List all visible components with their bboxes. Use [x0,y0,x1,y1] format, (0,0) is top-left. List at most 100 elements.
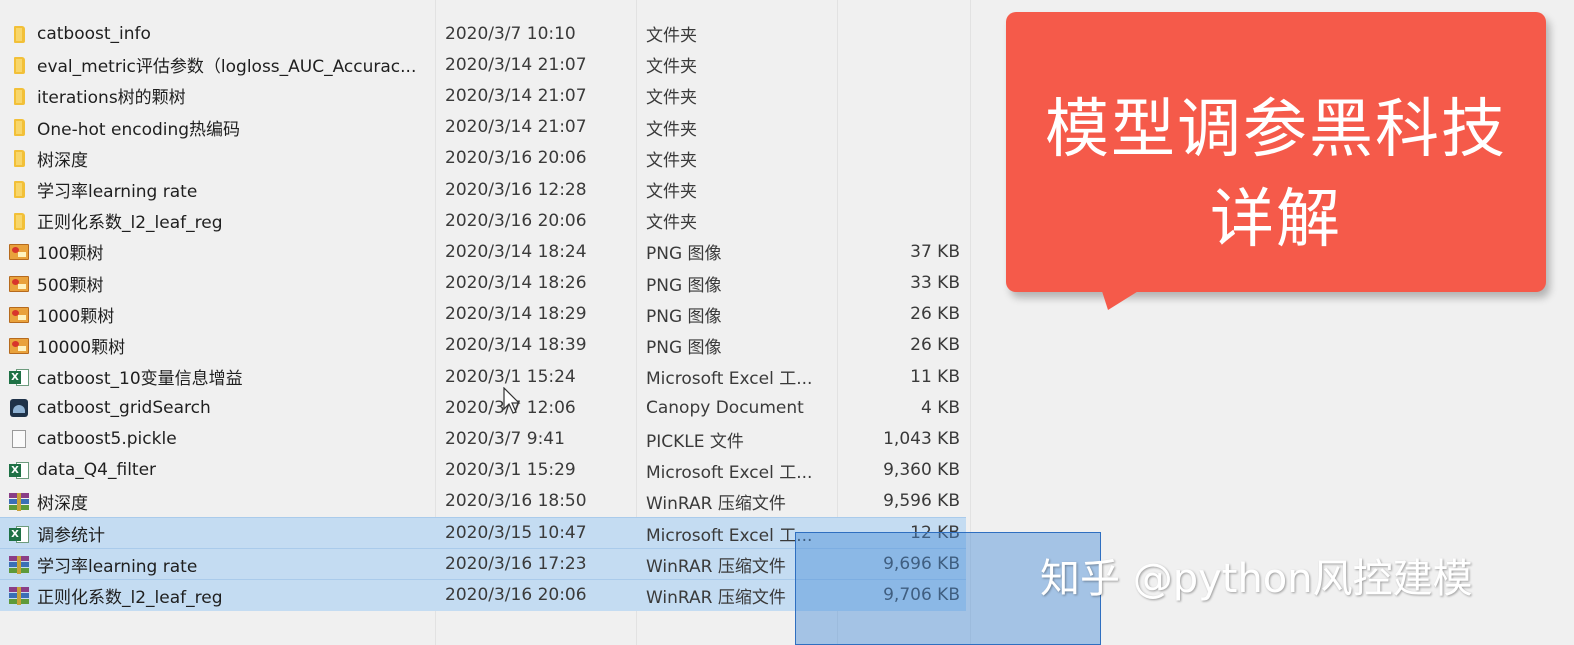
file-size: 26 KB [910,335,960,356]
winrar-icon [8,555,30,575]
folder-icon [8,180,30,200]
folder-icon [8,211,30,231]
file-type: Microsoft Excel 工... [646,462,813,483]
folder-icon [8,55,30,75]
folder-icon [8,24,30,44]
file-type: 文件夹 [646,213,697,234]
watermark: 知乎 @python风控建模 [1040,556,1473,602]
file-name: 100颗树 [37,244,104,265]
winrar-icon [8,586,30,606]
file-size: 11 KB [910,366,960,387]
file-name: 1000颗树 [37,306,115,327]
file-type: 文件夹 [646,150,697,171]
file-size: 26 KB [910,304,960,325]
file-date: 2020/3/14 18:39 [445,335,587,356]
file-type: PNG 图像 [646,244,722,265]
winrar-icon [8,492,30,512]
file-size: 1,043 KB [883,429,960,450]
file-type: Canopy Document [646,397,804,418]
file-date: 2020/3/16 18:50 [445,491,587,512]
file-date: 2020/3/7 12:06 [445,397,576,418]
file-type: Microsoft Excel 工... [646,369,813,390]
folder-icon [8,149,30,169]
file-date: 2020/3/16 12:28 [445,179,587,200]
excel-icon: X [8,524,30,544]
png-image-icon [8,305,30,325]
callout-title-line1: 模型调参黑科技 [1045,93,1507,167]
file-date: 2020/3/14 18:29 [445,304,587,325]
file-type: WinRAR 压缩文件 [646,493,786,514]
callout-bubble: 模型调参黑科技 详解 [1006,12,1546,292]
file-size: 33 KB [910,273,960,294]
file-type: PNG 图像 [646,306,722,327]
file-row[interactable]: 学习率learning rate 2020/3/16 12:28 文件夹 [0,174,972,205]
file-date: 2020/3/15 10:47 [445,523,587,544]
file-row[interactable]: 100颗树 2020/3/14 18:24 PNG 图像 37 KB [0,236,972,267]
blank-file-icon [8,429,30,449]
file-date: 2020/3/7 10:10 [445,23,576,44]
file-name: data_Q4_filter [37,460,157,481]
file-row[interactable]: 树深度 2020/3/16 20:06 文件夹 [0,143,972,174]
png-image-icon [8,274,30,294]
file-name: 正则化系数_l2_leaf_reg [37,587,223,608]
file-name: catboost5.pickle [37,429,177,450]
excel-icon: X [8,461,30,481]
file-row[interactable]: Xdata_Q4_filter 2020/3/1 15:29 Microsoft E… [0,455,972,486]
file-type: 文件夹 [646,57,697,78]
file-name: catboost_gridSearch [37,397,211,418]
file-type: PNG 图像 [646,275,722,296]
mouse-cursor-icon [503,386,523,419]
file-row[interactable]: eval_metric评估参数（logloss_AUC_Accurac... 20… [0,49,972,80]
file-date: 2020/3/16 20:06 [445,585,587,606]
file-date: 2020/3/16 17:23 [445,554,587,575]
folder-icon [8,118,30,138]
file-type: Microsoft Excel 工... [646,525,813,546]
file-name: catboost_info [37,23,151,44]
file-name: iterations树的颗树 [37,88,186,109]
file-row[interactable]: Xcatboost_10变量信息增益 2020/3/1 15:24 Microsof… [0,361,972,392]
file-type: 文件夹 [646,88,697,109]
file-size: 4 KB [920,397,960,418]
file-row[interactable]: 树深度 2020/3/16 18:50 WinRAR 压缩文件 9,596 KB [0,486,972,517]
callout-title-line2: 详解 [1210,183,1342,257]
file-name: 10000颗树 [37,337,126,358]
file-row[interactable]: catboost_info 2020/3/7 10:10 文件夹 [0,18,972,49]
file-list: catboost_info 2020/3/7 10:10 文件夹 eval_metri… [0,18,972,611]
excel-icon: X [8,367,30,387]
file-size: 9,360 KB [883,460,960,481]
file-name: 500颗树 [37,275,104,296]
file-type: WinRAR 压缩文件 [646,587,786,608]
file-name: 正则化系数_l2_leaf_reg [37,213,223,234]
file-type: PNG 图像 [646,337,722,358]
file-row[interactable]: 500颗树 2020/3/14 18:26 PNG 图像 33 KB [0,268,972,299]
file-type: 文件夹 [646,26,697,47]
file-type: WinRAR 压缩文件 [646,556,786,577]
file-date: 2020/3/14 21:07 [445,54,587,75]
file-row[interactable]: iterations树的颗树 2020/3/14 21:07 文件夹 [0,80,972,111]
file-name: 调参统计 [37,525,105,546]
file-row[interactable]: catboost5.pickle 2020/3/7 9:41 PICKLE 文件 1,… [0,423,972,454]
file-date: 2020/3/16 20:06 [445,148,587,169]
file-row[interactable]: One-hot encoding热编码 2020/3/14 21:07 文件夹 [0,112,972,143]
file-row[interactable]: 10000颗树 2020/3/14 18:39 PNG 图像 26 KB [0,330,972,361]
canopy-icon [8,398,30,418]
file-name: 树深度 [37,493,88,514]
file-name: 学习率learning rate [37,182,198,203]
file-name: One-hot encoding热编码 [37,119,241,140]
file-date: 2020/3/14 21:07 [445,85,587,106]
file-date: 2020/3/1 15:29 [445,460,576,481]
file-date: 2020/3/14 18:26 [445,273,587,294]
file-type: 文件夹 [646,182,697,203]
file-row[interactable]: catboost_gridSearch 2020/3/7 12:06 Canopy … [0,392,972,423]
file-row[interactable]: 正则化系数_l2_leaf_reg 2020/3/16 20:06 文件夹 [0,205,972,236]
file-type: 文件夹 [646,119,697,140]
file-name: 学习率learning rate [37,556,198,577]
file-type: PICKLE 文件 [646,431,744,452]
file-size: 9,596 KB [883,491,960,512]
folder-icon [8,86,30,106]
png-image-icon [8,242,30,262]
file-row[interactable]: 1000颗树 2020/3/14 18:29 PNG 图像 26 KB [0,299,972,330]
callout-tail [1100,285,1148,310]
file-date: 2020/3/1 15:24 [445,366,576,387]
file-size: 37 KB [910,241,960,262]
